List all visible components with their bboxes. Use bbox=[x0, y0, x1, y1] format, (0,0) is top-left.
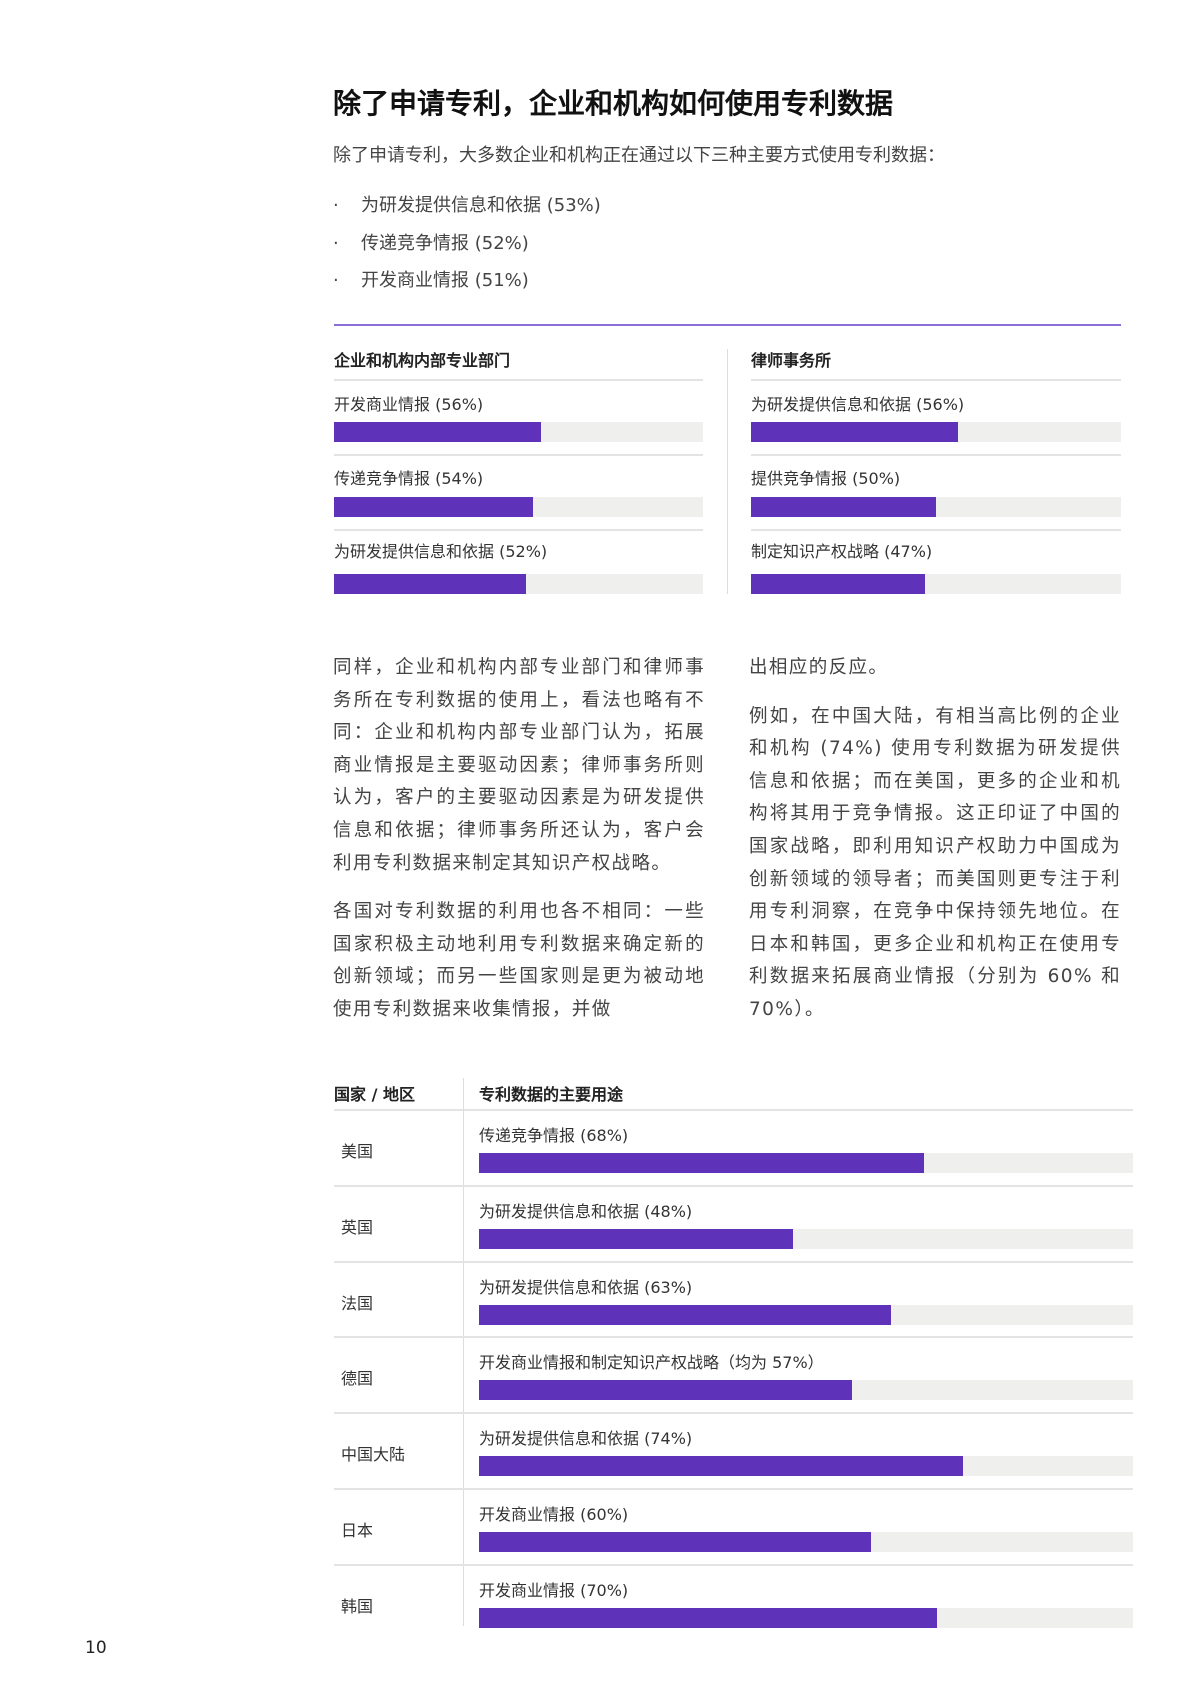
country-name: 韩国 bbox=[341, 1596, 374, 1616]
bullet-marker: · bbox=[333, 233, 339, 254]
bar-label: 提供竞争情报 (50%) bbox=[751, 469, 901, 488]
bullet-text: 为研发提供信息和依据 (53%) bbox=[361, 195, 601, 216]
panel-heading-line bbox=[334, 379, 703, 381]
body-column-right: 出相应的反应。 例如，在中国大陆，有相当高比例的企业和机构 (74%) 使用专利… bbox=[749, 652, 1121, 1043]
usage-label: 传递竞争情报 (68%) bbox=[479, 1126, 629, 1145]
country-name: 德国 bbox=[341, 1369, 374, 1389]
bar-separator bbox=[334, 529, 703, 531]
table-header-line bbox=[334, 1109, 1133, 1111]
table-row-separator bbox=[334, 1412, 1133, 1415]
table-row-separator bbox=[334, 1563, 1133, 1566]
bar-track bbox=[334, 497, 703, 517]
country-name: 中国大陆 bbox=[341, 1445, 406, 1465]
usage-bar-fill bbox=[479, 1532, 872, 1552]
usage-bar-track bbox=[479, 1228, 1133, 1249]
usage-label: 开发商业情报 (70%) bbox=[479, 1580, 629, 1600]
bar-track bbox=[334, 422, 703, 442]
panel-heading: 企业和机构内部专业部门 bbox=[334, 351, 511, 370]
table-row-separator bbox=[334, 1488, 1133, 1490]
usage-bar-track bbox=[479, 1607, 1133, 1628]
bar-label: 制定知识产权战略 (47%) bbox=[751, 542, 933, 561]
usage-bar-fill bbox=[479, 1380, 852, 1401]
country-name: 日本 bbox=[341, 1521, 374, 1540]
usage-bar-fill bbox=[479, 1607, 937, 1628]
country-name: 英国 bbox=[341, 1217, 374, 1237]
paragraph: 同样，企业和机构内部专业部门和律师事务所在专利数据的使用上，看法也略有不同：企业… bbox=[333, 657, 705, 874]
bar-track bbox=[334, 574, 703, 594]
usage-label: 为研发提供信息和依据 (63%) bbox=[479, 1277, 693, 1297]
bar-separator bbox=[751, 529, 1121, 531]
bullet-text: 开发商业情报 (51%) bbox=[361, 270, 529, 291]
bar-label: 传递竞争情报 (54%) bbox=[334, 469, 484, 488]
panel-heading: 律师事务所 bbox=[751, 351, 832, 370]
page-title: 除了申请专利，企业和机构如何使用专利数据 bbox=[333, 87, 894, 120]
bullet-marker: · bbox=[333, 195, 339, 216]
bullet-item: · 为研发提供信息和依据 (53%) bbox=[333, 191, 601, 217]
table-row-separator bbox=[334, 1184, 1133, 1187]
panel-divider bbox=[727, 349, 728, 594]
bar-fill bbox=[751, 497, 936, 517]
bar-track bbox=[751, 574, 1121, 594]
paragraph: 各国对专利数据的利用也各不相同：一些国家积极主动地利用专利数据来确定新的创新领域… bbox=[333, 901, 705, 1020]
page-number: 10 bbox=[85, 1638, 107, 1658]
usage-bar-track bbox=[479, 1304, 1133, 1325]
usage-bar-fill bbox=[479, 1153, 924, 1173]
bar-separator bbox=[751, 454, 1121, 456]
usage-bar-fill bbox=[479, 1304, 892, 1325]
bar-fill bbox=[334, 422, 541, 442]
table-row-separator bbox=[334, 1260, 1133, 1263]
bar-fill bbox=[334, 574, 526, 594]
usage-bar-track bbox=[479, 1153, 1133, 1173]
bullet-text: 传递竞争情报 (52%) bbox=[361, 233, 529, 254]
usage-label: 为研发提供信息和依据 (74%) bbox=[479, 1429, 693, 1449]
intro-text: 除了申请专利，大多数企业和机构正在通过以下三种主要方式使用专利数据： bbox=[333, 145, 945, 166]
usage-bar-track bbox=[479, 1532, 1133, 1552]
usage-label: 开发商业情报和制定知识产权战略（均为 57%） bbox=[479, 1353, 824, 1373]
bar-track bbox=[751, 497, 1121, 517]
country-name: 美国 bbox=[341, 1142, 374, 1161]
bar-fill bbox=[334, 497, 534, 517]
table-row-separator bbox=[334, 1336, 1133, 1339]
table-header-usage: 专利数据的主要用途 bbox=[479, 1085, 624, 1104]
usage-bar-track bbox=[479, 1456, 1133, 1477]
panel-heading-line bbox=[751, 379, 1121, 381]
usage-bar-fill bbox=[479, 1228, 793, 1249]
section-divider bbox=[334, 324, 1121, 326]
table-column-divider bbox=[463, 1078, 464, 1626]
bar-separator bbox=[334, 454, 703, 456]
table-header-country: 国家 / 地区 bbox=[334, 1085, 415, 1104]
bar-fill bbox=[751, 574, 925, 594]
bar-label: 为研发提供信息和依据 (56%) bbox=[751, 395, 965, 414]
bar-label: 为研发提供信息和依据 (52%) bbox=[334, 542, 548, 561]
bar-track bbox=[751, 422, 1121, 442]
paragraph: 出相应的反应。 bbox=[749, 657, 889, 678]
usage-label: 开发商业情报 (60%) bbox=[479, 1505, 629, 1524]
bullet-marker: · bbox=[333, 270, 339, 291]
bar-fill bbox=[751, 422, 959, 442]
paragraph: 例如，在中国大陆，有相当高比例的企业和机构 (74%) 使用专利数据为研发提供信… bbox=[749, 705, 1121, 1020]
country-name: 法国 bbox=[341, 1293, 374, 1313]
usage-label: 为研发提供信息和依据 (48%) bbox=[479, 1201, 693, 1221]
usage-bar-track bbox=[479, 1380, 1133, 1401]
bullet-item: · 传递竞争情报 (52%) bbox=[333, 229, 529, 255]
bar-label: 开发商业情报 (56%) bbox=[334, 395, 484, 414]
usage-bar-fill bbox=[479, 1456, 963, 1477]
bullet-item: · 开发商业情报 (51%) bbox=[333, 266, 529, 292]
body-column-left: 同样，企业和机构内部专业部门和律师事务所在专利数据的使用上，看法也略有不同：企业… bbox=[333, 652, 705, 1043]
